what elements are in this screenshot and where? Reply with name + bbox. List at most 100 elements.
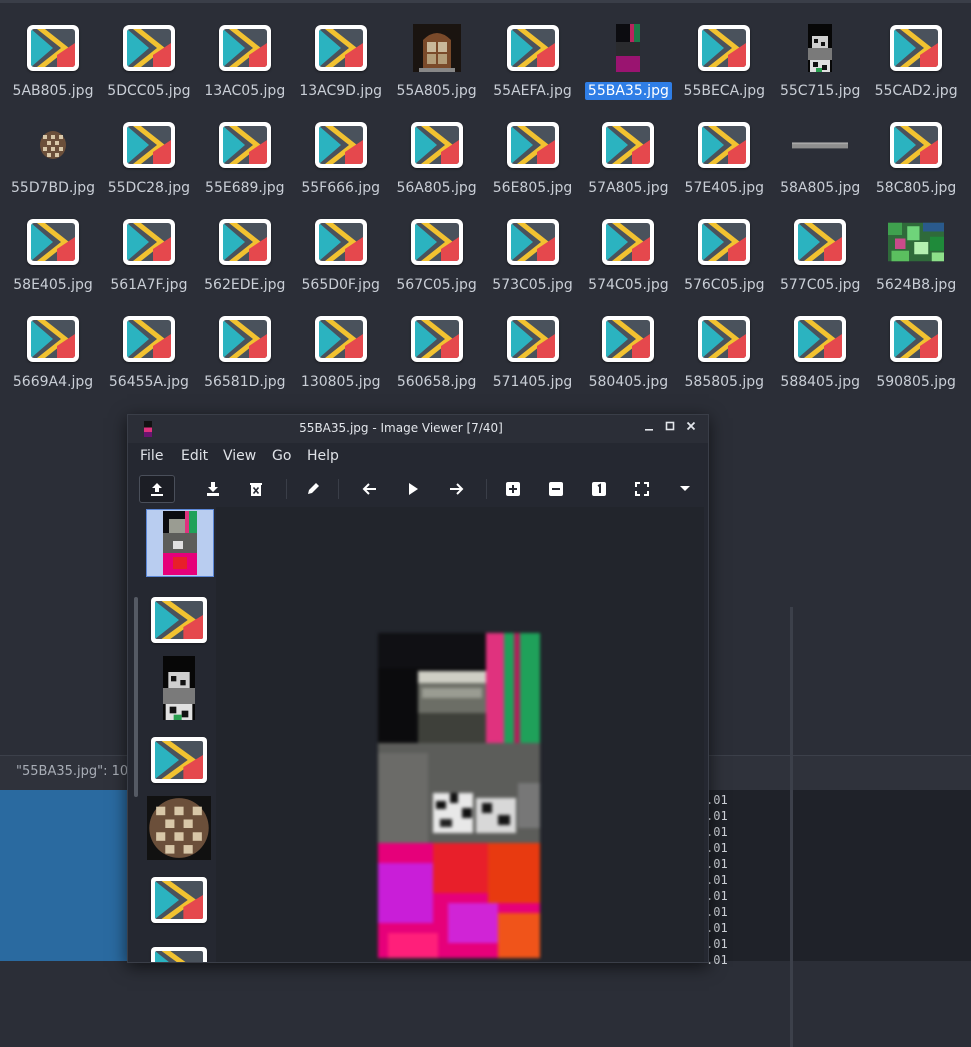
save-button[interactable] [198, 475, 228, 503]
file-item[interactable]: 58E405.jpg [5, 208, 101, 305]
file-item[interactable]: 13AC05.jpg [197, 14, 293, 111]
file-name: 571405.jpg [492, 374, 573, 390]
app-file-icon [410, 219, 463, 265]
zoom-out-button[interactable] [541, 475, 571, 503]
app-file-icon [506, 25, 559, 71]
file-item[interactable]: 576C05.jpg [676, 208, 772, 305]
app-file-icon [698, 25, 751, 71]
thumbnail-sidebar[interactable] [128, 507, 216, 962]
actual-size-button[interactable] [584, 475, 614, 503]
file-item[interactable]: 55E689.jpg [197, 111, 293, 208]
app-file-icon [602, 219, 655, 265]
terminal-window[interactable]: .01 .01 .01 .01 .01 .01 .01 .01 .01 .01 .01 [706, 790, 971, 967]
file-thumbnail [409, 119, 465, 171]
desktop-background [0, 790, 128, 961]
file-item[interactable]: 5669A4.jpg [5, 305, 101, 402]
file-thumbnail [600, 216, 656, 268]
file-thumbnail [409, 216, 465, 268]
file-item[interactable]: 55C715.jpg [772, 14, 868, 111]
previous-button[interactable] [355, 475, 385, 503]
file-name: 55CAD2.jpg [874, 83, 958, 99]
file-thumbnail [25, 119, 81, 171]
file-thumbnail [888, 119, 944, 171]
file-name: 561A7F.jpg [110, 277, 188, 293]
viewer-titlebar[interactable]: 55BA35.jpg - Image Viewer [7/40] [128, 415, 708, 443]
file-item[interactable]: 565D0F.jpg [293, 208, 389, 305]
fullscreen-button[interactable] [627, 475, 657, 503]
file-thumbnail [409, 22, 465, 74]
file-item[interactable]: 580405.jpg [580, 305, 676, 402]
file-item[interactable]: 57E405.jpg [676, 111, 772, 208]
file-thumbnail [217, 119, 273, 171]
edit-button[interactable] [298, 475, 328, 503]
sidebar-thumbnail[interactable] [146, 795, 212, 861]
file-item[interactable]: 130805.jpg [293, 305, 389, 402]
app-file-icon [27, 219, 79, 265]
menu-view[interactable]: View [223, 448, 256, 464]
file-name: 57E405.jpg [684, 180, 765, 196]
file-item[interactable]: 574C05.jpg [580, 208, 676, 305]
file-item[interactable]: 55F666.jpg [293, 111, 389, 208]
sidebar-thumbnail[interactable] [146, 587, 212, 653]
sidebar-thumbnail[interactable] [146, 937, 212, 962]
file-item[interactable]: 561A7F.jpg [101, 208, 197, 305]
next-button[interactable] [441, 475, 471, 503]
file-item[interactable]: 13AC9D.jpg [293, 14, 389, 111]
minimize-button[interactable] [640, 419, 658, 437]
app-file-icon [410, 316, 463, 362]
image-canvas[interactable] [216, 507, 793, 1047]
file-item[interactable]: 585805.jpg [676, 305, 772, 402]
file-item[interactable]: 5624B8.jpg [868, 208, 964, 305]
file-item[interactable]: 55AEFA.jpg [485, 14, 581, 111]
slideshow-button[interactable] [398, 475, 428, 503]
menu-file[interactable]: File [140, 448, 163, 464]
file-item[interactable]: 55A805.jpg [389, 14, 485, 111]
file-item[interactable]: 571405.jpg [485, 305, 581, 402]
canvas-scrollbar[interactable] [790, 607, 793, 1047]
file-name: 560658.jpg [396, 374, 477, 390]
file-item[interactable]: 56A805.jpg [389, 111, 485, 208]
file-name: 13AC9D.jpg [299, 83, 383, 99]
sidebar-thumbnail[interactable] [146, 727, 212, 793]
file-item[interactable]: 55D7BD.jpg [5, 111, 101, 208]
close-button[interactable] [682, 419, 700, 437]
more-button[interactable] [670, 475, 700, 503]
terminal-line: .01 [706, 953, 728, 967]
file-item[interactable]: 56E805.jpg [485, 111, 581, 208]
file-item[interactable]: 57A805.jpg [580, 111, 676, 208]
file-item[interactable]: 55BA35.jpg [580, 14, 676, 111]
file-item[interactable]: 55BECA.jpg [676, 14, 772, 111]
file-item[interactable]: 5DCC05.jpg [101, 14, 197, 111]
sidebar-thumbnail[interactable] [146, 509, 214, 577]
bar-thumbnail [792, 142, 849, 149]
file-item[interactable]: 5AB805.jpg [5, 14, 101, 111]
app-file-icon [314, 219, 367, 265]
maximize-button[interactable] [661, 419, 679, 437]
app-file-icon [122, 25, 175, 71]
sidebar-thumbnail[interactable] [146, 867, 212, 933]
file-item[interactable]: 590805.jpg [868, 305, 964, 402]
sidebar-thumbnail[interactable] [146, 655, 212, 721]
file-item[interactable]: 567C05.jpg [389, 208, 485, 305]
file-item[interactable]: 55DC28.jpg [101, 111, 197, 208]
zoom-in-button[interactable] [498, 475, 528, 503]
file-item[interactable]: 58A805.jpg [772, 111, 868, 208]
sidebar-scrollbar[interactable] [134, 597, 138, 797]
menu-help[interactable]: Help [307, 448, 339, 464]
file-item[interactable]: 588405.jpg [772, 305, 868, 402]
menu-edit[interactable]: Edit [181, 448, 208, 464]
file-item[interactable]: 562EDE.jpg [197, 208, 293, 305]
file-item[interactable]: 573C05.jpg [485, 208, 581, 305]
file-thumbnail [696, 119, 752, 171]
file-item[interactable]: 577C05.jpg [772, 208, 868, 305]
file-item[interactable]: 58C805.jpg [868, 111, 964, 208]
file-item[interactable]: 55CAD2.jpg [868, 14, 964, 111]
delete-button[interactable] [241, 475, 271, 503]
file-item[interactable]: 56455A.jpg [101, 305, 197, 402]
file-item[interactable]: 560658.jpg [389, 305, 485, 402]
file-item[interactable]: 56581D.jpg [197, 305, 293, 402]
file-thumbnail [600, 22, 656, 74]
app-file-icon [27, 25, 79, 71]
menu-go[interactable]: Go [272, 448, 291, 464]
upload-button[interactable] [139, 475, 175, 503]
